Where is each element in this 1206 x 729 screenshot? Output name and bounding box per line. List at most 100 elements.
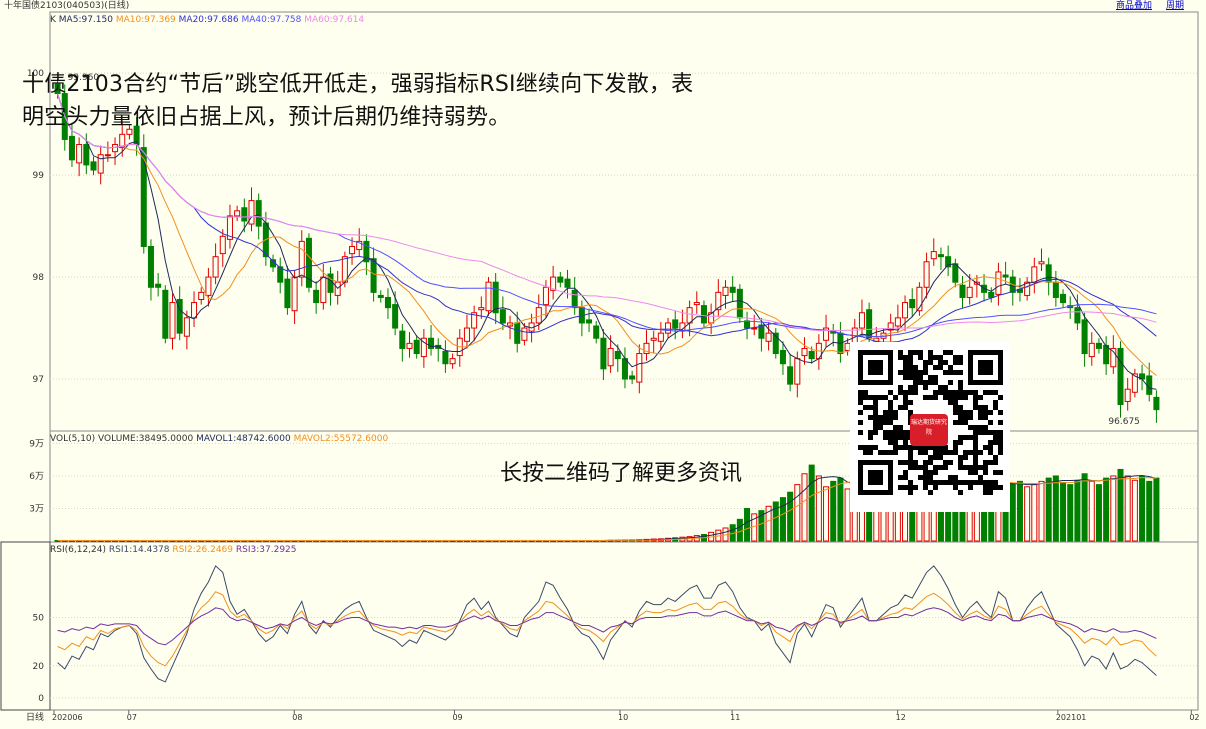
qr-module — [878, 425, 883, 430]
qr-module — [953, 440, 958, 445]
legend-vol-label: VOL(5,10) — [50, 434, 96, 444]
candle-body — [693, 302, 700, 306]
volume-bar — [801, 473, 808, 542]
volume-bar — [1016, 480, 1023, 542]
qr-module — [948, 480, 953, 485]
qr-module — [988, 485, 993, 490]
qr-module — [903, 375, 908, 380]
qr-module — [968, 435, 973, 440]
qr-module — [873, 405, 878, 410]
volume-bar — [1139, 475, 1146, 542]
qr-module — [928, 490, 933, 495]
candle-body — [1074, 307, 1081, 324]
qr-module — [973, 425, 978, 430]
qr-module — [978, 480, 983, 485]
candle-body — [571, 289, 578, 309]
qr-module — [953, 400, 958, 405]
candle-body — [1052, 281, 1059, 298]
candle-body — [449, 358, 456, 365]
qr-module — [873, 415, 878, 420]
qr-module — [953, 405, 958, 410]
qr-module — [898, 435, 903, 440]
qr-module — [973, 480, 978, 485]
qr-module — [903, 430, 908, 435]
legend-ma10-label: MA10 — [115, 15, 142, 25]
qr-module — [913, 390, 918, 395]
qr-module — [873, 430, 878, 435]
qr-module — [923, 370, 928, 375]
volume-bar — [815, 475, 822, 542]
legend-rsi-label: RSI(6,12,24) — [50, 545, 106, 555]
qr-module — [958, 435, 963, 440]
qr-module — [978, 425, 983, 430]
qr-module — [928, 375, 933, 380]
qr-module — [888, 435, 893, 440]
candle-body — [858, 312, 865, 329]
qr-module — [983, 460, 988, 465]
candle-body — [1095, 342, 1102, 349]
candle-body — [952, 263, 959, 283]
qr-module — [983, 430, 988, 435]
qr-module — [998, 420, 1003, 425]
qr-module — [968, 480, 973, 485]
candle-body — [779, 349, 786, 365]
qr-module — [988, 480, 993, 485]
qr-module — [888, 400, 893, 405]
qr-module — [963, 465, 968, 470]
qr-module — [963, 420, 968, 425]
qr-module — [928, 475, 933, 480]
candle-body — [485, 281, 492, 312]
legend-mavol1-label: MAVOL1 — [196, 434, 234, 444]
qr-module — [973, 430, 978, 435]
candle-body — [313, 289, 320, 304]
qr-module — [898, 445, 903, 450]
qr-module — [988, 460, 993, 465]
rsi3-line — [57, 607, 1157, 646]
qr-module — [953, 390, 958, 395]
qr-module — [893, 395, 898, 400]
price-legend: K MA5:97.150 MA10:97.369 MA20:97.686 MA4… — [50, 15, 365, 25]
qr-module — [958, 355, 963, 360]
qr-module — [923, 360, 928, 365]
candle-body — [76, 144, 83, 164]
qr-module — [888, 430, 893, 435]
qr-module — [958, 490, 963, 495]
candle-body — [586, 319, 593, 324]
candle-body — [341, 256, 348, 283]
qr-module — [908, 465, 913, 470]
qr-module — [938, 365, 943, 370]
qr-module — [908, 370, 913, 375]
candle-body — [499, 309, 506, 324]
qr-module — [878, 395, 883, 400]
candle-body — [198, 291, 205, 301]
qr-module — [908, 360, 913, 365]
qr-module — [973, 460, 978, 465]
candle-body — [442, 350, 449, 365]
candle-body — [162, 289, 169, 339]
qr-module — [908, 485, 913, 490]
rsi-axis-frame — [0, 541, 51, 711]
qr-module — [928, 460, 933, 465]
candle-body — [191, 302, 198, 319]
legend-rsi3-value: 37.2925 — [259, 545, 297, 555]
qr-module — [958, 415, 963, 420]
qr-module — [928, 455, 933, 460]
qr-module — [918, 465, 923, 470]
qr-module — [933, 380, 938, 385]
legend-mavol1-value: 48742.6000 — [236, 434, 291, 444]
qr-module — [958, 465, 963, 470]
qr-module — [913, 380, 918, 385]
candle-body — [923, 261, 930, 288]
qr-module — [953, 410, 958, 415]
qr-module — [978, 410, 983, 415]
candle-body — [514, 322, 521, 344]
qr-code[interactable]: 瑞达期货研究院 — [850, 342, 1010, 512]
candle-body — [147, 245, 154, 288]
candle-body — [937, 254, 944, 258]
price-legend-prefix: K — [50, 15, 56, 25]
qr-module — [903, 355, 908, 360]
qr-module — [948, 380, 953, 385]
qr-module — [933, 390, 938, 395]
legend-ma60-label: MA60 — [304, 15, 330, 25]
qr-module — [903, 435, 908, 440]
